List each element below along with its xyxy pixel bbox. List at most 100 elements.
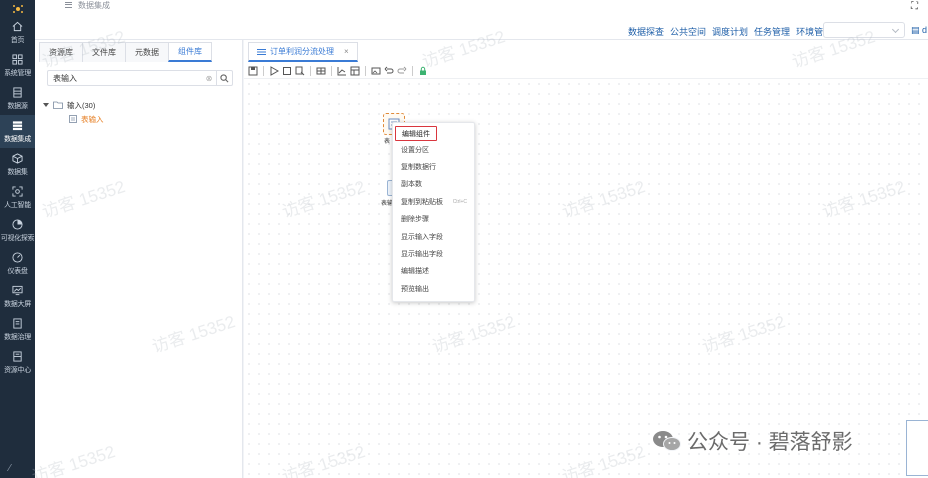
folder-icon	[53, 101, 63, 109]
search-icon	[220, 73, 229, 82]
context-menu-label: 复制数据行	[401, 164, 436, 172]
nav-item-label: 数据大屏	[4, 300, 31, 308]
preview-icon[interactable]	[295, 66, 305, 76]
close-icon[interactable]: ×	[344, 47, 349, 56]
context-menu-item-0[interactable]: 编辑组件	[395, 126, 437, 141]
workspace-select[interactable]	[823, 22, 905, 38]
menu-task-manage[interactable]: 任务管理	[754, 25, 790, 38]
lock-icon[interactable]	[418, 66, 428, 76]
tab-resource-repo[interactable]: 资源库	[39, 42, 83, 62]
context-menu-item-9[interactable]: 预览输出	[393, 280, 474, 297]
search-input[interactable]	[48, 71, 202, 85]
brand-text: 公众号 · 碧落舒影	[687, 431, 853, 454]
transform-icon	[257, 48, 266, 55]
nav-item-3[interactable]: 数据集成	[0, 115, 35, 148]
tree-node-table-input[interactable]: 表输入	[43, 112, 104, 126]
image-icon[interactable]	[371, 66, 381, 76]
tab-transform[interactable]: 订单利润分流处理 ×	[248, 42, 358, 62]
toolbar-divider	[263, 66, 264, 76]
nav-item-7[interactable]: 仪表盘	[0, 247, 35, 280]
home-icon	[12, 21, 23, 32]
fullscreen-icon[interactable]: ⛶	[911, 1, 918, 12]
nav-item-1[interactable]: 系统管理	[0, 49, 35, 82]
tab-metadata[interactable]: 元数据	[125, 42, 169, 62]
nav-item-0[interactable]: 首页	[0, 16, 35, 49]
expand-icon[interactable]	[43, 103, 49, 107]
context-menu-item-1[interactable]: 设置分区	[393, 141, 474, 158]
minimap-panel[interactable]	[906, 420, 928, 476]
run-icon[interactable]	[269, 66, 279, 76]
tab-label: 订单利润分流处理	[270, 47, 334, 56]
menu-schedule-plan[interactable]: 调度计划	[712, 25, 748, 38]
tab-component-repo[interactable]: 组件库	[168, 42, 212, 62]
editor-tabs: 订单利润分流处理 ×	[248, 42, 358, 62]
component-panel: 资源库 文件库 元数据 组件库 ⊗ 输入(30) 表输入	[35, 40, 243, 478]
nav-item-label: 数据集成	[4, 135, 31, 143]
toolbar-divider	[310, 66, 311, 76]
left-nav: 首页系统管理数据源数据集成数据集 人工智能 可视化探索 仪表盘数据大屏数据治理资源中心…	[0, 0, 35, 478]
workspace: 订单利润分流处理 × 表 表输	[244, 40, 928, 478]
gauge-icon	[12, 251, 23, 263]
table-icon[interactable]	[350, 66, 360, 76]
nav-item-6[interactable]: 可视化探索	[0, 214, 35, 247]
logo-icon	[0, 2, 35, 16]
top-menu: 数据探查 公共空间 调度计划 任务管理 环境管理	[628, 25, 832, 38]
header-right-link[interactable]: ▤ d	[911, 25, 927, 36]
search-button[interactable]	[216, 71, 232, 85]
context-menu-item-5[interactable]: 删除步骤	[393, 211, 474, 228]
save-icon[interactable]	[248, 66, 258, 76]
context-menu-item-8[interactable]: 编辑描述	[393, 263, 474, 280]
tree-node-input[interactable]: 输入(30)	[43, 98, 104, 112]
nav-item-label: 数据源	[7, 102, 28, 110]
menu-toggle-icon[interactable]	[65, 2, 72, 8]
nav-item-2[interactable]: 数据源	[0, 82, 35, 115]
context-menu-label: 显示输出字段	[401, 251, 443, 259]
breadcrumb-label: 数据集成	[78, 0, 110, 10]
context-menu-item-3[interactable]: 副本数	[393, 176, 474, 193]
nav-item-label: 数据治理	[4, 333, 31, 341]
table-input-icon	[69, 115, 77, 123]
nav-item-5[interactable]: 人工智能	[0, 181, 35, 214]
toolbar-divider	[365, 66, 366, 76]
collapse-icon[interactable]: ⁄	[9, 463, 11, 474]
wechat-icon	[653, 431, 681, 451]
book-icon	[12, 317, 23, 329]
nav-item-label: 资源中心	[4, 366, 31, 374]
top-header: 数据集成 ⛶ 数据探查 公共空间 调度计划 任务管理 环境管理 ▤ d	[35, 0, 928, 40]
context-menu-item-2[interactable]: 复制数据行	[393, 158, 474, 175]
clear-icon[interactable]: ⊗	[202, 71, 216, 85]
chart-icon[interactable]	[337, 66, 347, 76]
menu-public-space[interactable]: 公共空间	[670, 25, 706, 38]
nav-item-10[interactable]: 资源中心	[0, 346, 35, 379]
redo-icon[interactable]	[397, 66, 407, 76]
ai-icon	[12, 185, 23, 197]
stop-icon[interactable]	[282, 66, 292, 76]
context-menu-label: 显示输入字段	[401, 233, 443, 241]
step-label: 表	[384, 139, 391, 145]
undo-icon[interactable]	[384, 66, 394, 76]
tab-file-repo[interactable]: 文件库	[82, 42, 126, 62]
context-menu-item-7[interactable]: 显示输出字段	[393, 245, 474, 262]
component-search: ⊗	[47, 70, 233, 86]
context-menu-label: 编辑描述	[401, 268, 429, 276]
shortcut-hint: Ctrl+C	[452, 198, 467, 205]
context-menu-item-6[interactable]: 显示输入字段	[393, 228, 474, 245]
context-menu-label: 复制到粘贴板	[401, 198, 443, 206]
editor-toolbar	[248, 64, 428, 78]
context-menu-label: 删除步骤	[401, 216, 429, 224]
context-menu-label: 副本数	[401, 181, 422, 189]
nav-item-label: 首页	[10, 36, 25, 44]
app-window: 首页 系统管理 数据源 数据集成 数据集 人工智能 可视化探索 仪表盘 数据大屏 数据治理 资源中心…	[0, 0, 928, 478]
screen-icon	[12, 285, 23, 296]
nav-item-9[interactable]: 数据治理	[0, 313, 35, 346]
nav-item-8[interactable]: 数据大屏	[0, 280, 35, 313]
context-menu-item-4[interactable]: 复制到粘贴板 Ctrl+C	[393, 193, 474, 210]
design-canvas[interactable]	[244, 78, 928, 478]
grid-view-icon[interactable]	[316, 66, 326, 76]
menu-data-explore[interactable]: 数据探查	[628, 25, 664, 38]
context-menu-label: 预览输出	[401, 285, 429, 293]
component-tree: 输入(30) 表输入	[43, 98, 104, 126]
breadcrumb: 数据集成	[65, 0, 110, 10]
context-menu-label: 设置分区	[401, 146, 429, 154]
nav-item-4[interactable]: 数据集	[0, 148, 35, 181]
